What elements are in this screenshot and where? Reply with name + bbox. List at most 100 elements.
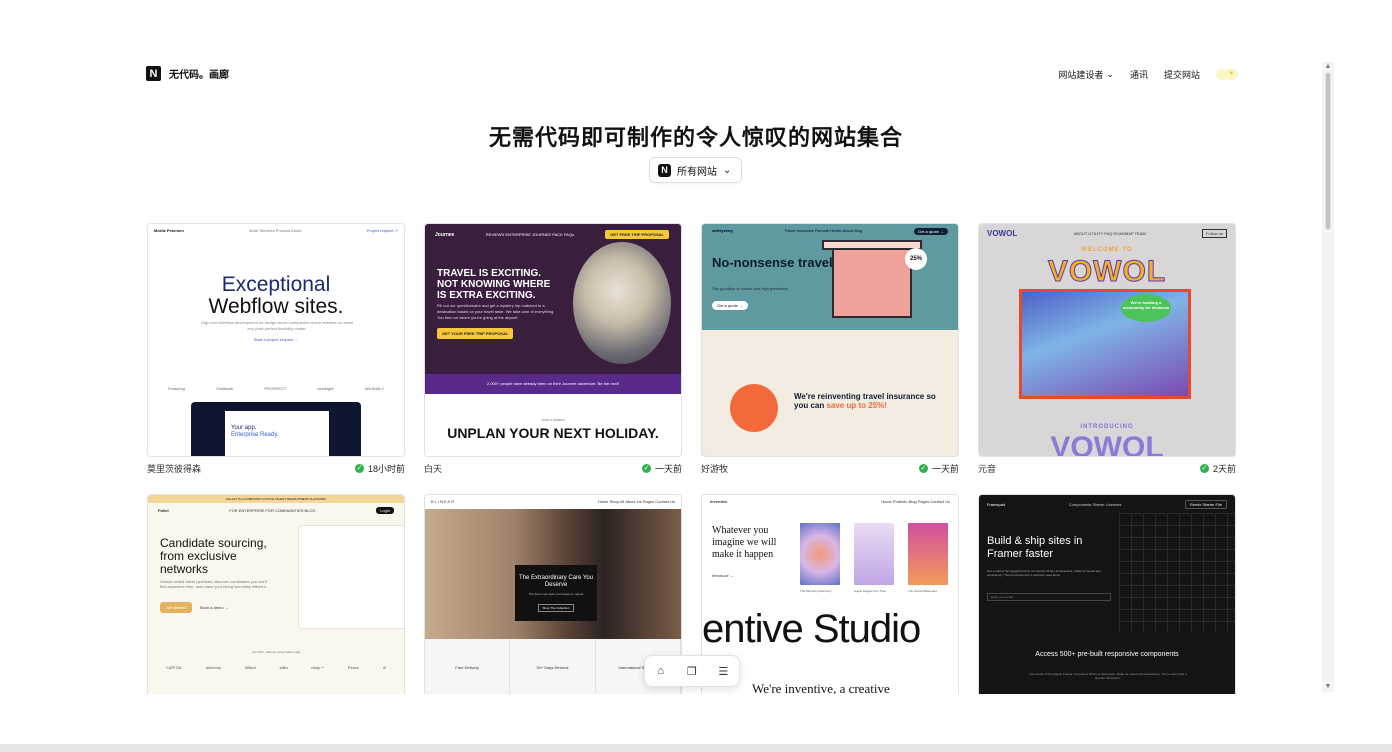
logo-item: Wilbur: [244, 665, 256, 670]
scrollbar-thumb[interactable]: [1325, 72, 1331, 230]
floating-toolbar: ⌂ ❐ ☰: [644, 655, 740, 687]
thumb-announcement: PALLET IS A COMMUNITY-NATIVE TALENT RECR…: [148, 495, 404, 503]
card-meta: 白天 ✓ 一天前: [424, 462, 682, 475]
logo-item: seedlight: [317, 386, 334, 391]
feature-item: 30+ Days Returns: [510, 639, 596, 694]
logo-item: PROSPECT: [264, 386, 287, 391]
affordable-stamp: [730, 384, 778, 432]
site-card[interactable]: safetywing Travel Insurance Remote Healt…: [701, 223, 959, 475]
card-time: ✓ 18小时前: [354, 462, 405, 475]
thumb-brand: BLINKER: [431, 499, 456, 504]
thumb-nav-links: FOR ENTERPRISE FOR COMMUNITIES BLOG: [229, 508, 316, 513]
logo-item: Featuring: [168, 386, 185, 391]
thumb-welcome: WELCOME TO: [1081, 247, 1133, 253]
chevron-down-icon: ⌄: [1106, 69, 1114, 79]
site-thumbnail[interactable]: safetywing Travel Insurance Remote Healt…: [701, 223, 959, 457]
vertical-scrollbar[interactable]: ▲ ▼: [1322, 62, 1334, 692]
site-card[interactable]: Moritz Petersen Work Services Process Ab…: [147, 223, 405, 475]
thumb-subtext: High-end Webflow development for design-…: [201, 320, 353, 331]
site-thumbnail[interactable]: Framepad Components Starter Licenses Rem…: [978, 494, 1236, 694]
thumb-logos: Featuring Craftwork PROSPECT seedlight A…: [168, 386, 384, 391]
thumb-headline-2: Webflow sites.: [208, 295, 344, 318]
promo-button: Shop The Collection: [537, 604, 575, 612]
logo-mark: N: [146, 66, 161, 81]
laptop-screen: Your app, Enterprise Ready.: [225, 411, 329, 456]
thumb-caption: The Morning Ceremony: [800, 589, 832, 593]
logo-text: 无代码。画廊: [169, 70, 229, 81]
window-bottom-edge: [0, 744, 1392, 752]
card-title[interactable]: 元音: [978, 462, 996, 475]
thumb-headline: Whatever you imagine we will make it hap…: [712, 525, 777, 560]
nav-label: 网站建设者: [1058, 70, 1104, 80]
thumb-brand: Framepad: [987, 502, 1006, 507]
card-meta: 元音 ✓ 2天前: [978, 462, 1236, 475]
thumb-cta: Get a quote →: [913, 228, 948, 235]
nav-label: 通讯: [1129, 70, 1148, 80]
thumb-brand: safetywing: [712, 228, 733, 233]
site-thumbnail[interactable]: VOWOL ABOUT UTILITY FAQ ROADMAP TEAM Fol…: [978, 223, 1236, 457]
check-icon: ✓: [354, 464, 364, 473]
card-time: ✓ 2天前: [1199, 462, 1236, 475]
sun-icon: ☀: [1228, 71, 1235, 77]
site-filter-dropdown[interactable]: N 所有网站 ⌄: [649, 157, 743, 183]
thumb-cta: Login: [376, 507, 394, 514]
home-icon[interactable]: ⌂: [651, 661, 671, 681]
site-thumbnail[interactable]: PALLET IS A COMMUNITY-NATIVE TALENT RECR…: [147, 494, 405, 694]
thumb-caption: The Secret Basement: [908, 589, 938, 593]
thumb-paragraph: Fill out our questionnaire and get a mys…: [437, 303, 555, 320]
site-card[interactable]: Journee REVIEWS ENTERPRISE JOURNEE PACK …: [424, 223, 682, 475]
thumb-nav: BLINKER Home Shop All About Us Pages Con…: [431, 499, 675, 504]
thumb-app-panel: [298, 525, 404, 629]
thumb-nav: Moritz Petersen Work Services Process Ab…: [154, 228, 398, 233]
check-icon: ✓: [641, 464, 651, 473]
thumb-cta: Project request ↗: [366, 228, 398, 233]
promo-sub: The fresh new style you'll wear on repea…: [528, 592, 584, 596]
chevron-down-icon: ⌄: [723, 164, 732, 176]
theme-toggle[interactable]: ☀: [1216, 69, 1238, 80]
thumb-nav: VOWOL ABOUT UTILITY FAQ ROADMAP TEAM Fol…: [987, 229, 1227, 238]
card-time-label: 2天前: [1212, 464, 1236, 474]
thumb-art-image: [908, 523, 948, 585]
scroll-up-icon[interactable]: ▲: [1324, 63, 1332, 71]
thumb-brand: inventive: [710, 499, 728, 504]
filter-sliders-icon[interactable]: ☰: [713, 661, 733, 681]
builder-logo-icon: N: [658, 163, 671, 177]
thumb-nav-links: Components Starter Licenses: [1068, 502, 1122, 507]
thumb-button: Get Started: [160, 602, 193, 613]
thumb-big-headline: UNPLAN YOUR NEXT HOLIDAY.: [447, 425, 659, 441]
card-title[interactable]: 莫里茨彼得森: [147, 462, 201, 475]
thumb-bubble: We're building a community for kindness: [1121, 294, 1171, 322]
card-title[interactable]: 好游牧: [701, 462, 728, 475]
logo-item: alchemy: [206, 665, 221, 670]
scroll-down-icon[interactable]: ▼: [1324, 683, 1332, 691]
thumb-photo: [573, 242, 671, 364]
site-thumbnail[interactable]: Journee REVIEWS ENTERPRISE JOURNEE PACK …: [424, 223, 682, 457]
thumb-demo-link: Book a demo →: [200, 605, 229, 610]
site-card[interactable]: PALLET IS A COMMUNITY-NATIVE TALENT RECR…: [147, 494, 405, 694]
thumb-intro: INTRODUCING: [1080, 424, 1134, 430]
logo-item: stilla: [279, 665, 288, 670]
logo-item: Craftwork: [216, 386, 234, 391]
thumb-button: GET YOUR FREE TRIP PROPOSAL: [437, 328, 514, 339]
site-logo[interactable]: N 无代码。画廊: [146, 66, 229, 81]
site-card[interactable]: VOWOL ABOUT UTILITY FAQ ROADMAP TEAM Fol…: [978, 223, 1236, 475]
thumb-nav: Framepad Components Starter Licenses Rem…: [987, 500, 1227, 509]
thumb-trusted: Join 450+ startups using Pallet today: [251, 650, 301, 654]
thumb-button: Get a quote →: [712, 301, 749, 310]
logo-item: III: [382, 665, 386, 670]
gallery-icon[interactable]: ❐: [682, 661, 702, 681]
nav-submit-site[interactable]: 提交网站: [1164, 68, 1200, 81]
site-card[interactable]: Framepad Components Starter Licenses Rem…: [978, 494, 1236, 694]
nav-website-builders[interactable]: 网站建设者 ⌄: [1058, 68, 1114, 81]
thumb-features: Free Delivery 30+ Days Returns Internati…: [425, 639, 681, 694]
site-thumbnail[interactable]: Moritz Petersen Work Services Process Ab…: [147, 223, 405, 457]
thumb-nav: Journee REVIEWS ENTERPRISE JOURNEE PACK …: [435, 230, 669, 239]
card-time-label: 18小时前: [367, 464, 405, 474]
nav-newsletter[interactable]: 通讯: [1130, 68, 1148, 81]
thumb-link: Start a project request →: [253, 337, 299, 342]
thumb-title: VOWOL: [1047, 255, 1167, 289]
page-title: 无需代码即可制作的令人惊叹的网站集合: [488, 125, 903, 150]
card-time-label: 一天前: [931, 464, 959, 474]
card-title[interactable]: 白天: [424, 462, 442, 475]
filter-label: 所有网站: [677, 166, 717, 178]
